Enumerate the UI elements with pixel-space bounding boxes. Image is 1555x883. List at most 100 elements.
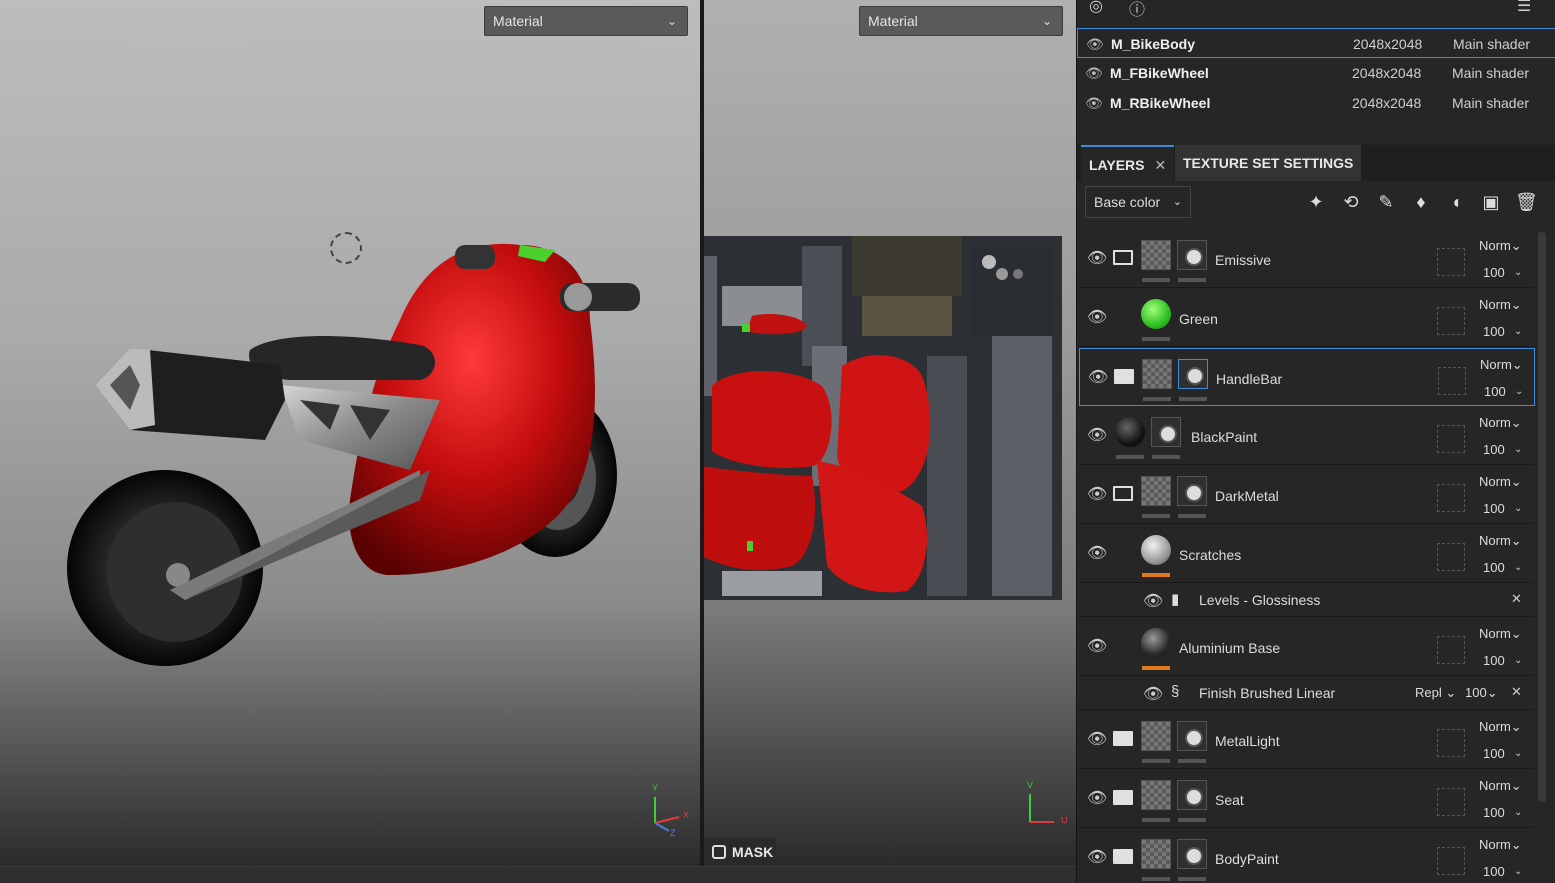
mask-toggle-button[interactable]: MASK (704, 838, 776, 866)
texture-set-row[interactable]: 👁 M_FBikeWheel 2048x2048 Main shader (1077, 58, 1555, 88)
chevron-down-icon[interactable]: ⌄ (1514, 655, 1522, 666)
trash-icon[interactable]: 🗑 (1515, 191, 1538, 213)
eye-icon[interactable]: 👁 (1087, 788, 1107, 808)
eye-icon[interactable]: 👁 (1086, 29, 1104, 59)
eye-icon[interactable]: 👁 (1087, 543, 1107, 563)
effect-blend-select[interactable]: Repl ⌄ (1415, 685, 1456, 701)
blend-mode-select[interactable]: Norm⌄ (1479, 533, 1522, 549)
layer-row[interactable]: 👁 Scratches Norm⌄ 100 ⌄ (1079, 525, 1535, 583)
close-icon[interactable]: ✕ (1511, 591, 1522, 607)
layer-row[interactable]: 👁 Aluminium Base Norm⌄ 100 ⌄ (1079, 618, 1535, 676)
opacity-field[interactable]: 100 (1483, 324, 1505, 339)
layer-row[interactable]: 👁 Green Norm⌄ 100 ⌄ (1079, 289, 1535, 347)
material-thumbnail (1141, 628, 1171, 658)
blend-mode-select[interactable]: Norm⌄ (1480, 357, 1523, 373)
channel-select[interactable]: Base color ⌄ (1085, 186, 1191, 218)
eye-icon[interactable]: 👁 (1087, 729, 1107, 749)
effect-opacity-select[interactable]: 100⌄ (1465, 685, 1498, 701)
opacity-field[interactable]: 100 (1483, 265, 1505, 280)
chevron-down-icon[interactable]: ⌄ (1514, 562, 1522, 573)
viewport-2d[interactable]: Material ⌄ V U (704, 0, 1076, 866)
eye-icon[interactable]: 👁 (1087, 636, 1107, 656)
magic-wand-icon[interactable]: ✦ (1305, 191, 1327, 213)
layer-row[interactable]: 👁 Seat Norm⌄ 100 ⌄ (1079, 770, 1535, 828)
blend-mode-select[interactable]: Norm⌄ (1479, 837, 1522, 853)
viewport-2d-mode-label: Material (868, 13, 918, 29)
layer-row[interactable]: 👁 Emissive Norm⌄ 100 ⌄ (1079, 230, 1535, 288)
opacity-field[interactable]: 100 (1483, 560, 1505, 575)
opacity-field[interactable]: 100 (1483, 653, 1505, 668)
viewport-3d[interactable]: Material ⌄ Y X Z (0, 0, 700, 866)
blend-mode-select[interactable]: Norm⌄ (1479, 238, 1522, 254)
visibility-toggle-icon[interactable]: ◎ (1089, 0, 1103, 16)
eye-icon[interactable]: 👁 (1085, 88, 1103, 118)
eye-icon[interactable]: 👁 (1087, 847, 1107, 867)
levels-icon: ▮ (1171, 591, 1180, 608)
uv-texture-map (704, 236, 1062, 600)
chevron-down-icon[interactable]: ⌄ (1514, 866, 1522, 877)
eye-icon[interactable]: 👁 (1087, 425, 1107, 445)
mask-thumbnail[interactable] (1151, 417, 1181, 447)
fill-bucket-icon[interactable]: ♦ (1410, 191, 1432, 213)
eye-icon[interactable]: 👁 (1087, 484, 1107, 504)
scrollbar-thumb[interactable] (1538, 232, 1546, 802)
blend-mode-select[interactable]: Norm⌄ (1479, 415, 1522, 431)
blend-mode-select[interactable]: Norm⌄ (1479, 719, 1522, 735)
eye-icon[interactable]: 👁 (1143, 591, 1163, 611)
texture-set-row[interactable]: 👁 M_BikeBody 2048x2048 Main shader (1077, 28, 1555, 58)
layer-name: DarkMetal (1215, 488, 1279, 504)
mask-thumbnail[interactable] (1178, 359, 1208, 389)
opacity-field[interactable]: 100 (1483, 805, 1505, 820)
blend-mode-select[interactable]: Norm⌄ (1479, 626, 1522, 642)
opacity-field[interactable]: 100 (1483, 864, 1505, 879)
chevron-down-icon[interactable]: ⌄ (1514, 748, 1522, 759)
eye-icon[interactable]: 👁 (1088, 367, 1108, 387)
close-icon[interactable]: ✕ (1511, 684, 1522, 700)
eye-icon[interactable]: 👁 (1087, 307, 1107, 327)
smart-fill-icon[interactable]: ⟲ (1340, 191, 1362, 213)
mask-underline (1178, 759, 1206, 763)
texture-set-row[interactable]: 👁 M_RBikeWheel 2048x2048 Main shader (1077, 88, 1555, 118)
chevron-down-icon[interactable]: ⌄ (1514, 444, 1522, 455)
folder-icon[interactable]: ▣ (1480, 191, 1502, 213)
mask-thumbnail[interactable] (1177, 839, 1207, 869)
mask-thumbnail[interactable] (1177, 721, 1207, 751)
mask-icon[interactable]: ◖ (1445, 191, 1467, 213)
viewport-2d-mode-dropdown[interactable]: Material ⌄ (859, 6, 1063, 36)
blend-mode-select[interactable]: Norm⌄ (1479, 474, 1522, 490)
eye-icon[interactable]: 👁 (1087, 248, 1107, 268)
blend-mode-select[interactable]: Norm⌄ (1479, 778, 1522, 794)
layer-underline (1143, 397, 1171, 401)
layer-effect-row[interactable]: 👁 § Finish Brushed Linear Repl ⌄ 100⌄ ✕ (1079, 676, 1535, 710)
chevron-down-icon[interactable]: ⌄ (1514, 503, 1522, 514)
opacity-field[interactable]: 100 (1483, 442, 1505, 457)
list-settings-icon[interactable]: ☰ (1517, 0, 1531, 16)
chevron-down-icon[interactable]: ⌄ (1515, 386, 1523, 397)
opacity-field[interactable]: 100 (1484, 384, 1506, 399)
info-icon[interactable]: ⓘ (1129, 0, 1145, 20)
mask-thumbnail[interactable] (1177, 476, 1207, 506)
chevron-down-icon[interactable]: ⌄ (1514, 267, 1522, 278)
layer-row[interactable]: 👁 HandleBar Norm⌄ 100 ⌄ (1079, 348, 1535, 406)
mask-label: MASK (732, 844, 774, 860)
layer-row[interactable]: 👁 BodyPaint Norm⌄ 100 ⌄ (1079, 829, 1535, 883)
layer-row[interactable]: 👁 MetalLight Norm⌄ 100 ⌄ (1079, 711, 1535, 769)
mask-thumbnail[interactable] (1177, 240, 1207, 270)
eye-icon[interactable]: 👁 (1143, 684, 1163, 704)
layer-row[interactable]: 👁 DarkMetal Norm⌄ 100 ⌄ (1079, 466, 1535, 524)
chevron-down-icon[interactable]: ⌄ (1514, 807, 1522, 818)
opacity-field[interactable]: 100 (1483, 746, 1505, 761)
tab-layers[interactable]: LAYERS ✕ (1081, 145, 1175, 181)
tab-texture-set-settings[interactable]: TEXTURE SET SETTINGS (1175, 145, 1362, 181)
blend-mode-select[interactable]: Norm⌄ (1479, 297, 1522, 313)
layer-placeholder (1437, 425, 1465, 453)
chevron-down-icon[interactable]: ⌄ (1514, 326, 1522, 337)
brush-icon[interactable]: ✎ (1375, 191, 1397, 213)
mask-thumbnail[interactable] (1177, 780, 1207, 810)
layer-effect-row[interactable]: 👁 ▮ Levels - Glossiness ✕ (1079, 583, 1535, 617)
layer-row[interactable]: 👁 BlackPaint Norm⌄ 100 ⌄ (1079, 407, 1535, 465)
close-icon[interactable]: ✕ (1155, 157, 1167, 173)
eye-icon[interactable]: 👁 (1085, 58, 1103, 88)
opacity-field[interactable]: 100 (1483, 501, 1505, 516)
layer-stack-scrollbar[interactable] (1536, 230, 1548, 883)
